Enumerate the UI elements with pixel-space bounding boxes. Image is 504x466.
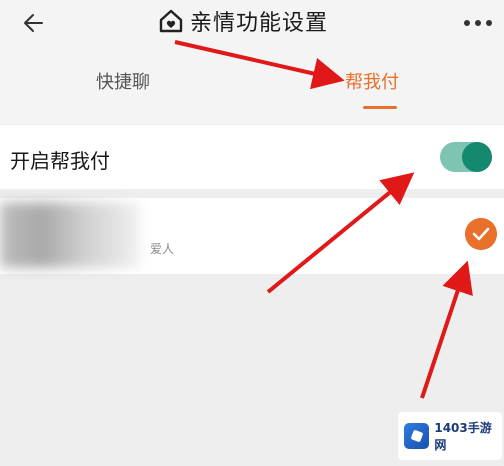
tab-help-me-pay[interactable]: 帮我付 <box>345 68 399 94</box>
help-pay-toggle-switch[interactable] <box>440 142 492 172</box>
arrow-to-checkmark <box>420 260 473 399</box>
more-dots-icon[interactable] <box>462 18 496 28</box>
tab-bar: 快捷聊 帮我付 <box>0 46 504 124</box>
watermark-text: 1403手游网 <box>434 421 492 452</box>
contact-relation: 爱人 <box>150 242 175 256</box>
back-arrow-icon[interactable] <box>20 8 50 38</box>
toggle-label: 开启帮我付 <box>10 149 110 173</box>
site-watermark: 1403手游网 <box>398 412 502 460</box>
blurred-contact-avatar <box>0 202 140 268</box>
toggle-knob <box>462 142 492 172</box>
active-tab-indicator <box>363 106 397 109</box>
tab-quick-chat[interactable]: 快捷聊 <box>96 68 150 94</box>
checkmark-selected-icon[interactable] <box>465 218 497 250</box>
page-title-group: 亲情功能设置 <box>158 5 328 37</box>
page-title: 亲情功能设置 <box>190 11 329 36</box>
watermark-logo-icon <box>404 423 430 449</box>
app-header: 亲情功能设置 <box>0 0 504 46</box>
contact-row[interactable]: 爱人 <box>0 198 504 274</box>
help-pay-toggle-row: 开启帮我付 <box>0 125 504 189</box>
home-heart-icon <box>159 9 183 33</box>
